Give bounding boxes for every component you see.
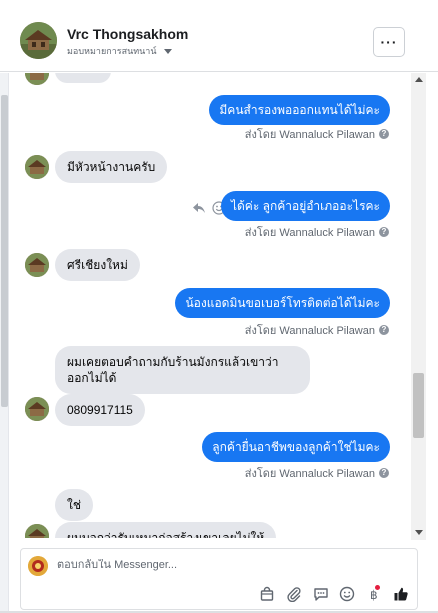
left-scroll-thumb[interactable] — [1, 95, 8, 407]
notification-dot — [375, 585, 380, 590]
shop-bag-icon[interactable] — [258, 585, 276, 603]
message-bubble-outgoing[interactable]: ได้ค่ะ ลูกค้าอยู่อำเภออะไรคะ — [220, 191, 390, 221]
message-thread-scrollbar[interactable] — [411, 73, 426, 540]
question-icon[interactable]: ? — [379, 227, 389, 237]
message-bubble-outgoing[interactable]: มีคนสำรองพอออกแทนได้ไม่คะ — [209, 95, 390, 125]
contact-avatar-small — [25, 73, 49, 85]
emoji-icon[interactable] — [338, 585, 356, 603]
scroll-down-arrow-icon[interactable] — [415, 530, 423, 535]
contact-avatar-small — [25, 524, 49, 538]
contact-avatar-small — [25, 155, 49, 179]
message-bubble-incoming[interactable]: ศรีเชียงใหม่ — [55, 249, 140, 281]
reply-icon[interactable] — [192, 201, 206, 218]
more-options-button[interactable]: ··· — [373, 27, 405, 57]
contact-avatar[interactable] — [20, 22, 57, 59]
conversation-header: Vrc Thongsakhom มอบหมายการสนทนาน์ ··· — [0, 0, 438, 72]
assign-conversation-dropdown[interactable]: มอบหมายการสนทนาน์ — [67, 44, 172, 58]
scroll-up-arrow-icon[interactable] — [415, 77, 423, 82]
question-icon[interactable]: ? — [379, 129, 389, 139]
message-bubble-incoming[interactable]: ผมบอกว่ารับเหมาก่อสร้างเขาเลยไม่ให้ — [55, 522, 277, 538]
contact-name[interactable]: Vrc Thongsakhom — [67, 26, 188, 42]
page-avatar — [28, 556, 48, 576]
paperclip-icon[interactable] — [285, 585, 303, 603]
reply-input[interactable] — [57, 559, 397, 571]
question-icon[interactable]: ? — [379, 325, 389, 335]
thumbs-up-icon[interactable] — [392, 585, 410, 603]
scroll-thumb[interactable] — [413, 373, 424, 438]
message-bubble-incoming[interactable]: ใช่ — [55, 489, 94, 521]
message-bubble-outgoing[interactable]: ลูกค้ายื่นอาชีพของลูกค้าใช่ไมคะ — [202, 432, 390, 462]
left-panel-scrollbar[interactable] — [0, 73, 9, 613]
caret-down-icon — [163, 48, 172, 54]
contact-avatar-small — [25, 397, 49, 421]
more-dots-icon: ··· — [380, 34, 398, 50]
message-bubble-incoming[interactable]: 0809917115 — [55, 394, 145, 426]
svg-text:฿: ฿ — [370, 588, 378, 602]
message-bubble-incoming-partial — [55, 73, 111, 83]
saved-replies-icon[interactable] — [312, 585, 330, 603]
sent-by-label: ส่งโดย Wannaluck Pilawan? — [245, 464, 389, 482]
assign-label: มอบหมายการสนทนาน์ — [67, 46, 157, 56]
question-icon[interactable]: ? — [379, 468, 389, 478]
reply-composer: ฿ — [20, 548, 418, 610]
sent-by-label: ส่งโดย Wannaluck Pilawan? — [245, 125, 389, 143]
message-thread[interactable]: มีคนสำรองพอออกแทนได้ไม่คะ ส่งโดย Wannalu… — [10, 73, 410, 538]
contact-avatar-small — [25, 253, 49, 277]
message-bubble-incoming[interactable]: มีหัวหน้างานครับ — [55, 151, 168, 183]
message-bubble-incoming[interactable]: ผมเคยตอบคำถามกับร้านมังกรแล้วเขาว่าออกไม… — [55, 346, 310, 394]
sent-by-label: ส่งโดย Wannaluck Pilawan? — [245, 223, 389, 241]
message-bubble-outgoing[interactable]: น้องแอดมินขอเบอร์โทรติดต่อได้ไม่คะ — [175, 288, 390, 318]
sent-by-label: ส่งโดย Wannaluck Pilawan? — [245, 321, 389, 339]
payment-icon[interactable]: ฿ — [365, 585, 383, 603]
